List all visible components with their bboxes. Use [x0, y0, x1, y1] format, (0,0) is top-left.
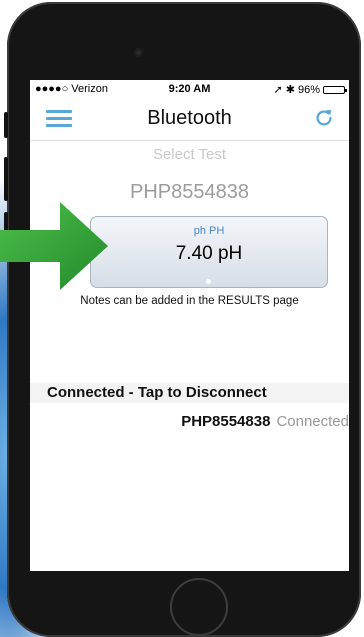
location-icon: ➚: [273, 84, 283, 96]
mute-switch: [4, 112, 8, 138]
arrow-icon: [0, 202, 108, 290]
home-button[interactable]: [170, 578, 228, 636]
app-screen: ●●●●○ Verizon 9:20 AM ➚ ✱ 96% Bluetooth …: [30, 80, 349, 571]
test-result-card[interactable]: ph PH 7.40 pH: [90, 216, 328, 288]
disconnect-header[interactable]: Connected - Tap to Disconnect: [30, 383, 349, 403]
battery-percent: 96%: [297, 83, 320, 96]
select-test-label: Select Test: [152, 146, 227, 163]
connected-device-row[interactable]: PHP8554838 Connected: [181, 413, 349, 430]
navigation-bar: Bluetooth: [30, 98, 349, 141]
status-bar: ●●●●○ Verizon 9:20 AM ➚ ✱ 96%: [30, 80, 349, 98]
notes-hint: Notes can be added in the RESULTS page: [80, 295, 299, 307]
status-right: ➚ ✱ 96%: [273, 83, 347, 96]
connected-device-name: PHP8554838: [181, 413, 271, 430]
test-name: ph PH: [193, 225, 225, 237]
refresh-icon[interactable]: [313, 107, 335, 129]
volume-up-button: [4, 157, 8, 201]
test-value: 7.40 pH: [175, 243, 243, 264]
battery-icon: [323, 85, 347, 94]
bluetooth-icon: ✱: [285, 84, 295, 96]
connection-status: Connected: [276, 413, 349, 430]
front-camera: [134, 48, 143, 57]
card-indicator-dot: [206, 279, 211, 284]
page-title: Bluetooth: [147, 107, 232, 129]
